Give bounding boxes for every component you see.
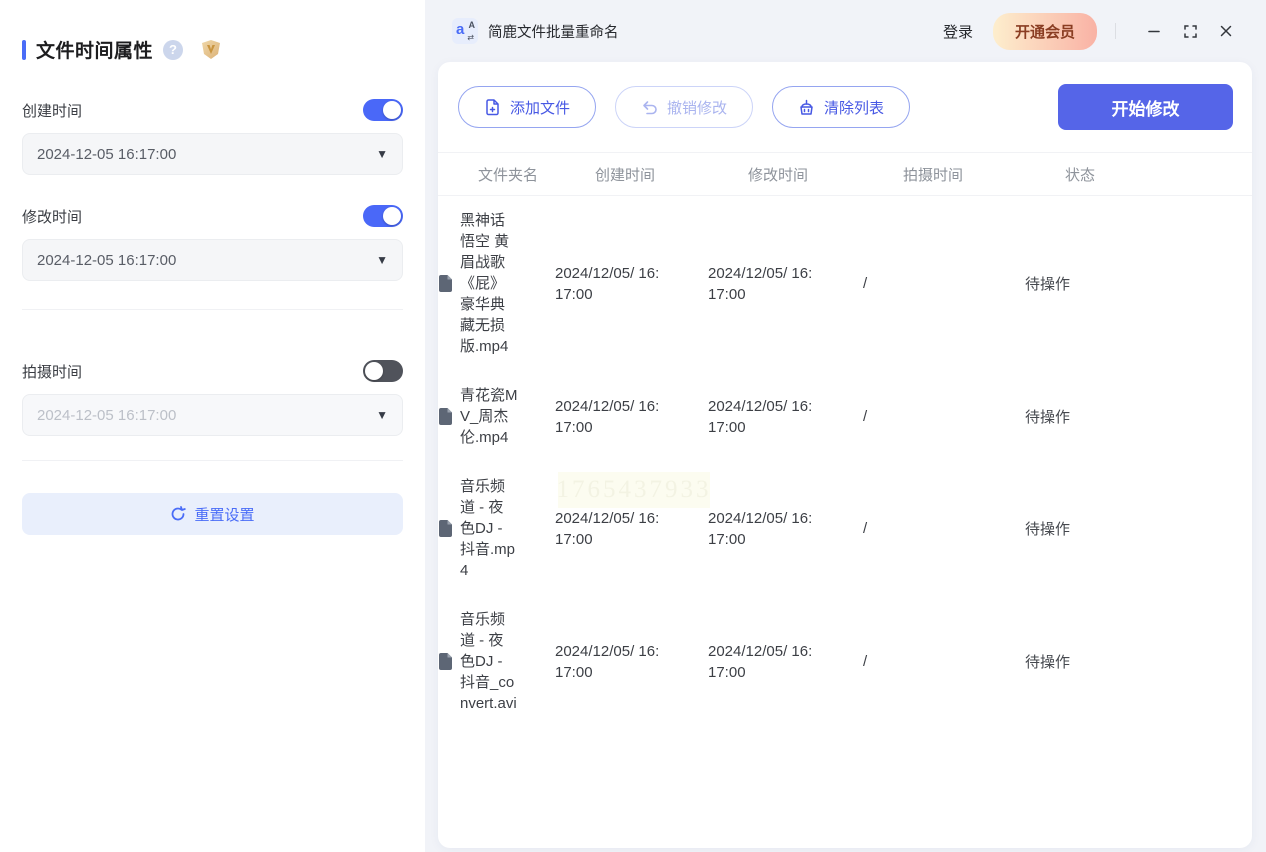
file-name: 青花瓷MV_周杰伦.mp4 (460, 385, 518, 448)
creation-time-toggle[interactable] (363, 99, 403, 121)
shot-time: / (863, 520, 1025, 537)
open-membership-button[interactable]: 开通会员 (993, 13, 1097, 50)
logo-letter: a (456, 21, 464, 38)
file-name-cell: 音乐频道 - 夜色DJ - 抖音_convert.avi (438, 609, 555, 714)
shot-time: / (863, 275, 1025, 292)
reset-settings-button[interactable]: 重置设置 (22, 493, 403, 535)
toggle-knob (383, 101, 401, 119)
settings-panel: 文件时间属性 ? 创建时间 2024-12-05 16:17:00 ▼ 修改时间… (0, 0, 425, 852)
minimize-icon (1147, 24, 1161, 38)
minimize-button[interactable] (1140, 17, 1168, 45)
modification-time-value: 2024-12-05 16:17:00 (37, 252, 376, 269)
clear-list-label: 清除列表 (824, 97, 884, 118)
creation-time-label: 创建时间 (22, 100, 82, 121)
created-time: 2024/12/05/ 16:17:00 (555, 641, 661, 683)
table-row[interactable]: 黑神话 悟空 黄眉战歌《屁》豪华典藏无损版.mp4 2024/12/05/ 16… (438, 196, 1252, 371)
chevron-down-icon: ▼ (376, 147, 388, 161)
modified-time: 2024/12/05/ 16:17:00 (708, 508, 814, 550)
file-name-cell: 黑神话 悟空 黄眉战歌《屁》豪华典藏无损版.mp4 (438, 210, 555, 357)
reset-settings-label: 重置设置 (194, 504, 254, 525)
status-badge: 待操作 (1025, 651, 1252, 672)
modified-time: 2024/12/05/ 16:17:00 (708, 263, 814, 305)
toggle-knob (383, 207, 401, 225)
file-name: 音乐频道 - 夜色DJ - 抖音_convert.avi (460, 609, 518, 714)
logo-arrow: ⇄ (467, 33, 474, 42)
window-title: 简鹿文件批量重命名 (488, 21, 619, 42)
status-badge: 待操作 (1025, 406, 1252, 427)
table-row[interactable]: 青花瓷MV_周杰伦.mp4 2024/12/05/ 16:17:00 2024/… (438, 371, 1252, 462)
main-region: a A ⇄ 简鹿文件批量重命名 登录 开通会员 (425, 0, 1266, 852)
section-divider (22, 309, 403, 310)
shooting-time-label: 拍摄时间 (22, 361, 82, 382)
file-icon (438, 520, 453, 537)
shot-time: / (863, 408, 1025, 425)
status-badge: 待操作 (1025, 273, 1252, 294)
window-titlebar: a A ⇄ 简鹿文件批量重命名 登录 开通会员 (425, 0, 1266, 62)
creation-time-value: 2024-12-05 16:17:00 (37, 146, 376, 163)
shooting-time-value: 2024-12-05 16:17:00 (37, 407, 376, 424)
col-folder-name: 文件夹名 (478, 164, 595, 185)
col-status: 状态 (1065, 164, 1252, 185)
table-row[interactable]: 音乐频道 - 夜色DJ - 抖音.mp4 2024/12/05/ 16:17:0… (438, 462, 1252, 595)
created-time: 2024/12/05/ 16:17:00 (555, 263, 661, 305)
refresh-icon (170, 506, 186, 522)
add-files-label: 添加文件 (510, 97, 570, 118)
shot-time: / (863, 653, 1025, 670)
panel-title: 文件时间属性 (36, 36, 153, 63)
modified-time: 2024/12/05/ 16:17:00 (708, 396, 814, 438)
status-badge: 待操作 (1025, 518, 1252, 539)
modification-time-row: 修改时间 (22, 205, 403, 227)
shooting-time-picker: 2024-12-05 16:17:00 ▼ (22, 394, 403, 436)
panel-header: 文件时间属性 ? (22, 36, 403, 63)
file-name: 音乐频道 - 夜色DJ - 抖音.mp4 (460, 476, 518, 581)
modification-time-label: 修改时间 (22, 206, 82, 227)
col-created-time: 创建时间 (595, 164, 748, 185)
file-list-card: 添加文件 撤销修改 清除列表 (438, 62, 1252, 848)
col-shot-time: 拍摄时间 (903, 164, 1065, 185)
file-icon (438, 653, 453, 670)
maximize-button[interactable] (1176, 17, 1204, 45)
toggle-knob (365, 362, 383, 380)
chevron-down-icon: ▼ (376, 253, 388, 267)
vip-feature-icon (199, 39, 223, 61)
modification-time-picker[interactable]: 2024-12-05 16:17:00 ▼ (22, 239, 403, 281)
col-modified-time: 修改时间 (748, 164, 903, 185)
creation-time-row: 创建时间 (22, 99, 403, 121)
login-link[interactable]: 登录 (943, 21, 973, 42)
app-logo-icon: a A ⇄ (452, 18, 478, 44)
undo-icon (641, 100, 658, 115)
toolbar: 添加文件 撤销修改 清除列表 (438, 62, 1252, 130)
file-icon (438, 408, 453, 425)
creation-time-picker[interactable]: 2024-12-05 16:17:00 ▼ (22, 133, 403, 175)
chevron-down-icon: ▼ (376, 408, 388, 422)
undo-changes-label: 撤销修改 (667, 97, 727, 118)
broom-icon (798, 99, 815, 116)
table-header: 文件夹名 创建时间 修改时间 拍摄时间 状态 (438, 152, 1252, 196)
created-time: 2024/12/05/ 16:17:00 (555, 396, 661, 438)
shooting-time-toggle[interactable] (363, 360, 403, 382)
created-time: 2024/12/05/ 16:17:00 (555, 508, 661, 550)
close-icon (1219, 24, 1233, 38)
close-button[interactable] (1212, 17, 1240, 45)
file-table-body: 黑神话 悟空 黄眉战歌《屁》豪华典藏无损版.mp4 2024/12/05/ 16… (438, 196, 1252, 728)
maximize-icon (1184, 25, 1197, 38)
modification-time-toggle[interactable] (363, 205, 403, 227)
titlebar-divider (1115, 23, 1116, 39)
undo-changes-button[interactable]: 撤销修改 (615, 86, 753, 128)
shooting-time-row: 拍摄时间 (22, 360, 403, 382)
logo-letter-small: A (469, 20, 476, 30)
file-name-cell: 青花瓷MV_周杰伦.mp4 (438, 385, 555, 448)
file-name-cell: 音乐频道 - 夜色DJ - 抖音.mp4 (438, 476, 555, 581)
start-modify-button[interactable]: 开始修改 (1058, 84, 1233, 130)
help-icon[interactable]: ? (163, 40, 183, 60)
add-file-icon (484, 99, 501, 116)
clear-list-button[interactable]: 清除列表 (772, 86, 910, 128)
add-files-button[interactable]: 添加文件 (458, 86, 596, 128)
modified-time: 2024/12/05/ 16:17:00 (708, 641, 814, 683)
section-divider (22, 460, 403, 461)
file-icon (438, 275, 453, 292)
file-name: 黑神话 悟空 黄眉战歌《屁》豪华典藏无损版.mp4 (460, 210, 518, 357)
accent-bar (22, 40, 26, 60)
table-row[interactable]: 音乐频道 - 夜色DJ - 抖音_convert.avi 2024/12/05/… (438, 595, 1252, 728)
